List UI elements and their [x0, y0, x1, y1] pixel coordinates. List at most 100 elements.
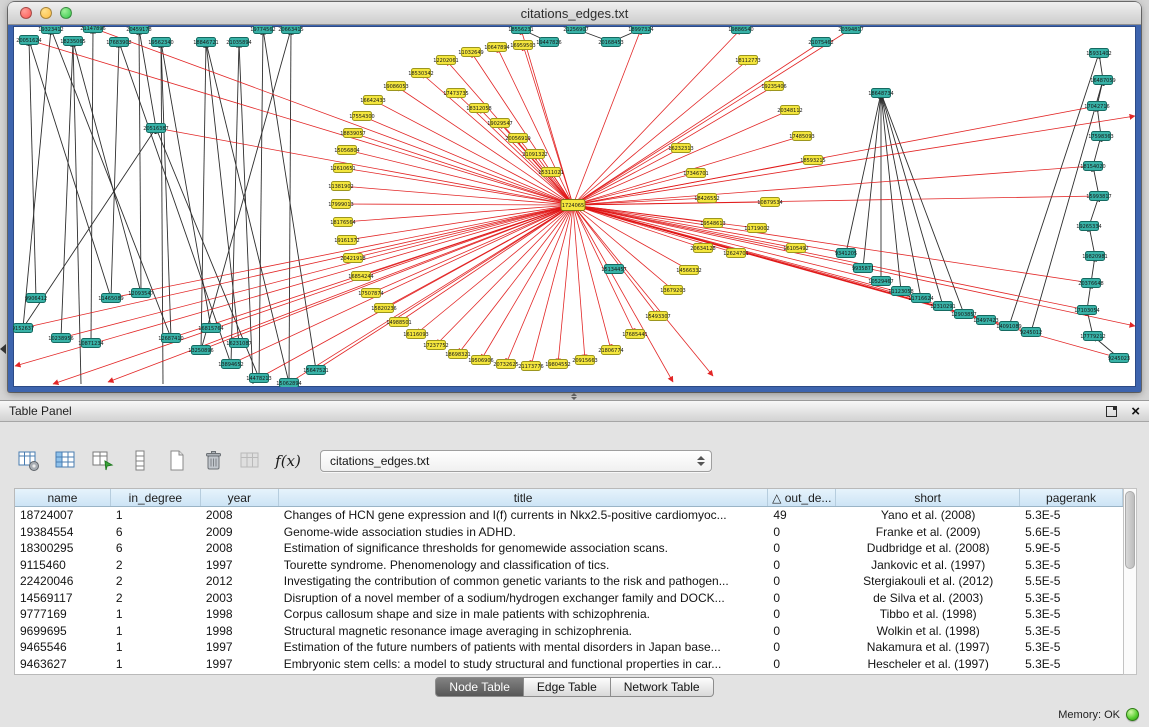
- graph-node[interactable]: 18593215: [800, 156, 825, 165]
- splitter-handle[interactable]: [564, 392, 584, 400]
- graph-node[interactable]: 17685441: [622, 330, 647, 339]
- graph-node[interactable]: 19447826: [536, 38, 561, 47]
- graph-node[interactable]: 12687410: [158, 334, 183, 343]
- graph-node[interactable]: 19506906: [468, 356, 493, 365]
- graph-node[interactable]: 18997324: [628, 26, 653, 34]
- minimize-window-button[interactable]: [40, 7, 52, 19]
- graph-node[interactable]: 15062894: [276, 379, 301, 388]
- graph-node[interactable]: 9245023: [1108, 354, 1130, 363]
- graph-node[interactable]: 20376648: [1078, 279, 1103, 288]
- graph-node[interactable]: 18556231: [508, 26, 533, 34]
- graph-node[interactable]: 18839057: [340, 129, 365, 138]
- graph-node[interactable]: 17779212: [1080, 332, 1105, 341]
- graph-node[interactable]: 17507874: [358, 289, 383, 298]
- table-selector-dropdown[interactable]: citations_edges.txt: [320, 450, 712, 472]
- function-builder-button[interactable]: f(x): [275, 448, 301, 474]
- import-table-button[interactable]: [238, 448, 264, 474]
- graph-node[interactable]: 19265334: [1076, 222, 1101, 231]
- graph-node[interactable]: 9935871: [852, 264, 874, 273]
- graph-node[interactable]: 16231087: [226, 339, 251, 348]
- graph-node[interactable]: 11719002: [744, 224, 769, 233]
- window-titlebar[interactable]: citations_edges.txt: [8, 2, 1141, 25]
- graph-node[interactable]: 15056804: [334, 146, 359, 155]
- graph-node[interactable]: 20056919: [505, 134, 530, 143]
- graph-node[interactable]: 16487059: [1090, 76, 1115, 85]
- row-options-button[interactable]: [127, 448, 153, 474]
- memory-status-icon[interactable]: [1126, 708, 1139, 721]
- column-header-pagerank[interactable]: pagerank: [1020, 489, 1123, 506]
- graph-node[interactable]: 18530342: [408, 69, 433, 78]
- graph-node[interactable]: 10647894: [484, 43, 509, 52]
- graph-node[interactable]: 12310291: [930, 302, 955, 311]
- float-panel-icon[interactable]: [1106, 406, 1117, 417]
- graph-node[interactable]: 18312058: [466, 104, 491, 113]
- graph-node[interactable]: 12202061: [433, 56, 458, 65]
- graph-node[interactable]: 11032649: [458, 48, 483, 57]
- graph-node[interactable]: 9245012: [1020, 328, 1042, 337]
- graph-node[interactable]: 20732625: [493, 360, 518, 369]
- graph-node[interactable]: 17485093: [789, 132, 814, 141]
- graph-node[interactable]: 12610651: [330, 164, 355, 173]
- graph-node[interactable]: 10871234: [78, 339, 103, 348]
- table-row[interactable]: 2242004622012Investigating the contribut…: [15, 573, 1123, 590]
- graph-node[interactable]: 14566332: [676, 266, 701, 275]
- zoom-window-button[interactable]: [60, 7, 72, 19]
- table-row[interactable]: 1938455462009Genome-wide association stu…: [15, 524, 1123, 541]
- graph-svg[interactable]: 2005162419323412182350652114789617683902…: [13, 26, 1136, 387]
- column-header-year[interactable]: year: [201, 489, 279, 506]
- graph-node[interactable]: 20663415: [278, 26, 303, 34]
- graph-node[interactable]: 10529467: [868, 277, 893, 286]
- graph-node[interactable]: 11465089: [98, 294, 123, 303]
- tab-edge-table[interactable]: Edge Table: [524, 677, 611, 697]
- table-scrollbar[interactable]: [1123, 488, 1137, 675]
- graph-node[interactable]: 18698321: [445, 350, 470, 359]
- graph-node[interactable]: 17346701: [683, 169, 708, 178]
- table-row[interactable]: 977716911998Corpus callosum shape and si…: [15, 606, 1123, 623]
- graph-node[interactable]: 9152637: [13, 324, 34, 333]
- graph-node[interactable]: 9341205: [835, 249, 857, 258]
- graph-node[interactable]: 20168453: [598, 38, 623, 47]
- graph-node[interactable]: 11123058: [888, 287, 913, 296]
- graph-node[interactable]: 19820981: [1082, 252, 1107, 261]
- graph-node[interactable]: 13250896: [188, 346, 213, 355]
- graph-node[interactable]: 20634128: [690, 244, 715, 253]
- graph-node[interactable]: 17237752: [423, 341, 448, 350]
- graph-node[interactable]: 18426552: [694, 194, 719, 203]
- graph-node[interactable]: 16105492: [783, 244, 808, 253]
- graph-node[interactable]: 10879534: [757, 198, 782, 207]
- graph-node[interactable]: 17999013: [328, 200, 353, 209]
- graph-node[interactable]: 17103054: [1074, 306, 1099, 315]
- graph-node[interactable]: 19086053: [383, 82, 408, 91]
- graph-node[interactable]: 17598363: [1088, 132, 1113, 141]
- column-header-in-degree[interactable]: in_degree: [111, 489, 201, 506]
- graph-node[interactable]: 19548613: [700, 219, 725, 228]
- tab-network-table[interactable]: Network Table: [611, 677, 714, 697]
- table-row[interactable]: 946554611997Estimation of the future num…: [15, 639, 1123, 656]
- graph-node[interactable]: 21173776: [518, 362, 543, 371]
- graph-node[interactable]: 14478213: [246, 374, 271, 383]
- graph-node[interactable]: 21806774: [598, 346, 623, 355]
- graph-node[interactable]: 18176564: [330, 218, 355, 227]
- graph-node[interactable]: 13497423: [973, 316, 998, 325]
- close-panel-icon[interactable]: ×: [1131, 406, 1140, 417]
- graph-node[interactable]: 13679203: [660, 286, 685, 295]
- close-window-button[interactable]: [20, 7, 32, 19]
- graph-node[interactable]: 19029547: [487, 119, 512, 128]
- graph-node[interactable]: 14988501: [386, 318, 411, 327]
- graph-node[interactable]: 20516387: [143, 124, 168, 133]
- column-header-out-degree[interactable]: △ out_de...: [768, 489, 836, 506]
- graph-node[interactable]: 11381902: [328, 182, 353, 191]
- column-header-name[interactable]: name: [15, 489, 111, 506]
- create-column-button[interactable]: [90, 448, 116, 474]
- graph-node[interactable]: 11716624: [908, 294, 933, 303]
- graph-node[interactable]: 15820236: [371, 304, 396, 313]
- graph-node[interactable]: 17473735: [443, 89, 468, 98]
- table-row[interactable]: 1830029562008Estimation of significance …: [15, 540, 1123, 557]
- graph-node[interactable]: 19235406: [761, 82, 786, 91]
- graph-node[interactable]: 20348112: [777, 106, 802, 115]
- table-row[interactable]: 946362711997Embryonic stem cells: a mode…: [15, 656, 1123, 673]
- graph-node[interactable]: 21256907: [563, 26, 588, 34]
- graph-node[interactable]: 21147896: [80, 26, 105, 33]
- tab-node-table[interactable]: Node Table: [435, 677, 524, 697]
- graph-node[interactable]: 15493307: [645, 312, 670, 321]
